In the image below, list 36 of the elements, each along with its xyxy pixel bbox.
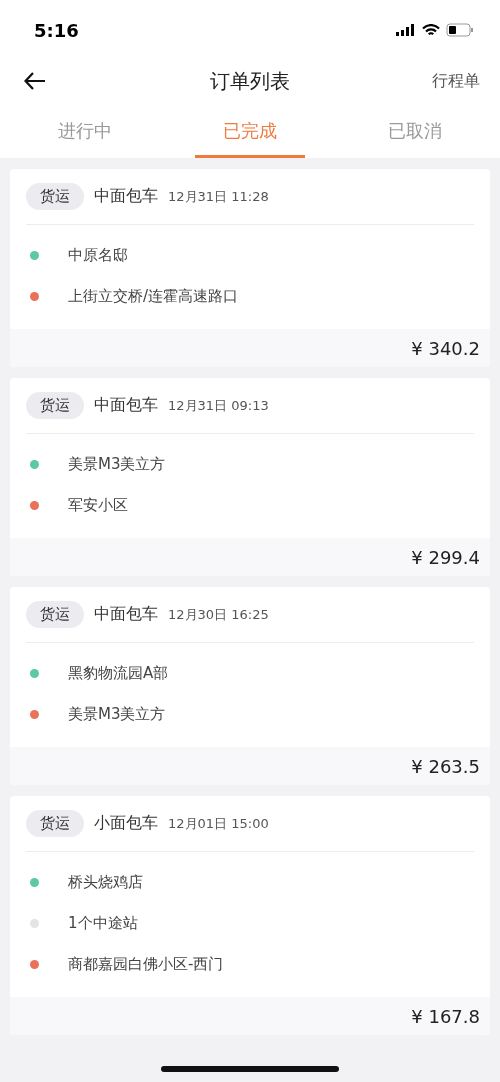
order-price: ¥ 340.2	[411, 337, 480, 359]
category-tag: 货运	[26, 810, 84, 837]
stop-name: 中原名邸	[68, 246, 128, 265]
stop-name: 商都嘉园白佛小区-西门	[68, 955, 224, 974]
order-card[interactable]: 货运 中面包车 12月31日 11:28 中原名邸 上街立交桥/连霍高速路口 ¥ 340.2	[10, 169, 490, 367]
battery-icon	[446, 23, 474, 37]
order-card[interactable]: 货运 小面包车 12月01日 15:00 桥头烧鸡店 1个中途站 商都嘉园白佛小区-西门 ¥ 167.8	[10, 796, 490, 1035]
stop-name: 美景M3美立方	[68, 705, 166, 724]
order-price: ¥ 299.4	[411, 546, 480, 568]
status-time: 5:16	[34, 19, 79, 41]
stop-name: 上街立交桥/连霍高速路口	[68, 287, 239, 306]
vehicle-type: 小面包车	[94, 813, 158, 834]
order-price: ¥ 167.8	[411, 1005, 480, 1027]
stop-name: 桥头烧鸡店	[68, 873, 143, 892]
page-title: 订单列表	[210, 67, 290, 95]
order-price: ¥ 263.5	[411, 755, 480, 777]
order-time: 12月01日 15:00	[168, 814, 269, 833]
order-card[interactable]: 货运 中面包车 12月30日 16:25 黑豹物流园A部 美景M3美立方 ¥ 263.5	[10, 587, 490, 785]
stop-name: 军安小区	[68, 496, 128, 515]
order-time: 12月30日 16:25	[168, 605, 269, 624]
order-card[interactable]: 货运 中面包车 12月31日 09:13 美景M3美立方 军安小区 ¥ 299.4	[10, 378, 490, 576]
category-tag: 货运	[26, 183, 84, 210]
category-tag: 货运	[26, 601, 84, 628]
itinerary-link[interactable]: 行程单	[432, 70, 480, 92]
signal-icon	[396, 24, 416, 36]
category-tag: 货运	[26, 392, 84, 419]
stop-name: 美景M3美立方	[68, 455, 166, 474]
vehicle-type: 中面包车	[94, 395, 158, 416]
stop-name: 黑豹物流园A部	[68, 664, 169, 683]
wifi-icon	[422, 23, 440, 37]
vehicle-type: 中面包车	[94, 186, 158, 207]
stop-name: 1个中途站	[68, 914, 138, 933]
order-time: 12月31日 09:13	[168, 396, 269, 415]
vehicle-type: 中面包车	[94, 604, 158, 625]
order-time: 12月31日 11:28	[168, 187, 269, 206]
back-arrow-icon[interactable]	[24, 72, 46, 90]
